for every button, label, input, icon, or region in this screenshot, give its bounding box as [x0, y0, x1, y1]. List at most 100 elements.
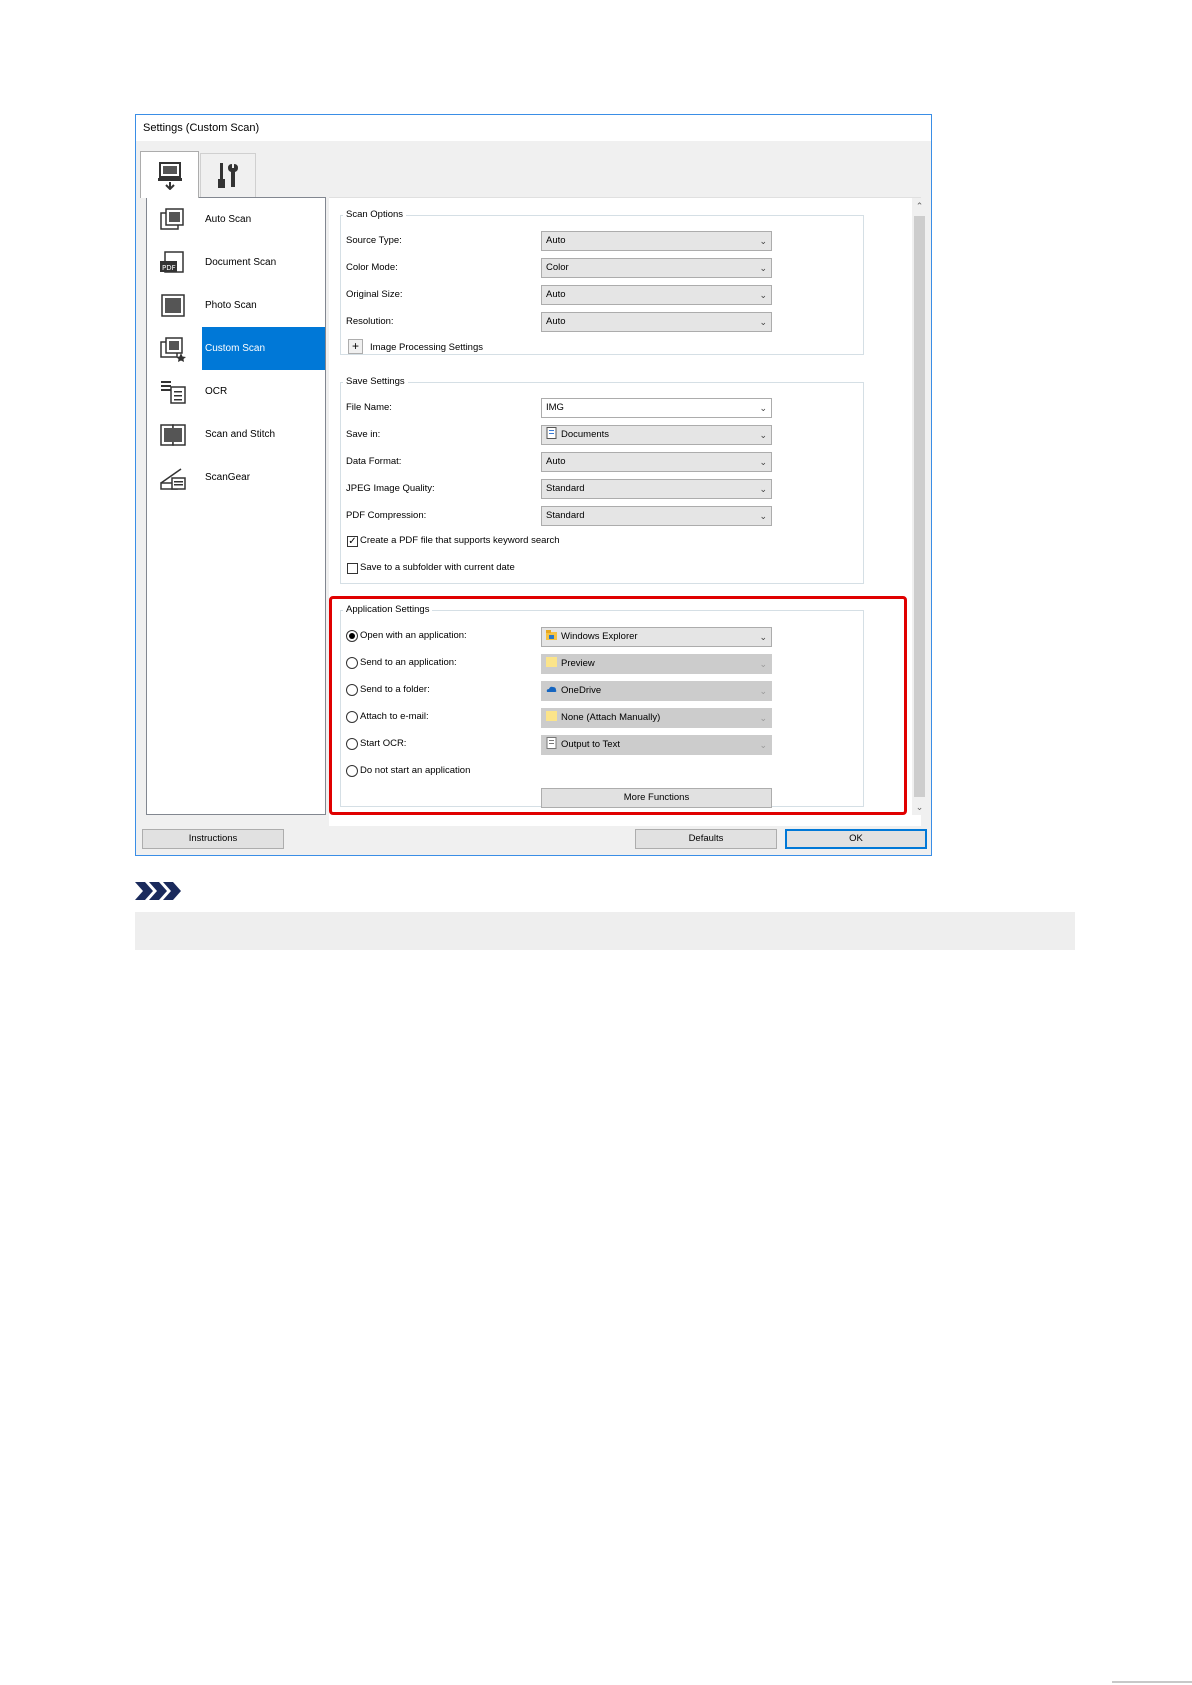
data-format-label: Data Format: [346, 456, 402, 467]
instructions-button[interactable]: Instructions [142, 829, 284, 849]
documents-folder-icon [546, 427, 557, 439]
chevron-down-icon: ⌄ [759, 236, 767, 246]
save-in-dropdown[interactable]: Documents ⌄ [541, 425, 772, 445]
no-app-radio[interactable] [346, 765, 358, 777]
send-to-app-value: Preview [561, 658, 595, 669]
source-type-label: Source Type: [346, 235, 402, 246]
jpeg-quality-dropdown[interactable]: Standard ⌄ [541, 479, 772, 499]
attach-email-value: None (Attach Manually) [561, 712, 661, 723]
note-box [135, 912, 1075, 950]
list-item-ocr[interactable]: OCR [147, 370, 325, 413]
window-title: Settings (Custom Scan) [136, 115, 931, 141]
list-item-label: Auto Scan [205, 214, 252, 225]
svg-text:PDF: PDF [162, 264, 176, 272]
open-with-app-dropdown[interactable]: Windows Explorer ⌄ [541, 627, 772, 647]
jpeg-quality-value: Standard [546, 483, 585, 494]
data-format-dropdown[interactable]: Auto ⌄ [541, 452, 772, 472]
jpeg-quality-label: JPEG Image Quality: [346, 483, 435, 494]
list-item-scan-and-stitch[interactable]: Scan and Stitch [147, 413, 325, 456]
color-mode-label: Color Mode: [346, 262, 398, 273]
document-scan-icon: PDF [160, 251, 184, 273]
file-name-combobox[interactable]: IMG ⌄ [541, 398, 772, 418]
folder-icon [546, 711, 557, 721]
defaults-button[interactable]: Defaults [635, 829, 777, 849]
list-item-document-scan[interactable]: PDF Document Scan [147, 241, 325, 284]
list-item-label: ScanGear [205, 472, 251, 483]
source-type-value: Auto [546, 235, 566, 246]
subfolder-date-checkbox[interactable] [347, 563, 358, 574]
scangear-icon [160, 468, 186, 490]
settings-scrollbar[interactable]: ⌃ ⌄ [912, 198, 927, 815]
file-name-value: IMG [546, 402, 564, 413]
general-settings-tab[interactable] [200, 153, 256, 197]
note-chevrons-icon [135, 882, 181, 900]
pdf-compression-value: Standard [546, 510, 585, 521]
save-in-value: Documents [561, 429, 610, 440]
expand-image-processing-button[interactable]: + [348, 339, 363, 354]
chevron-down-icon: ⌄ [759, 457, 767, 467]
save-settings-title: Save Settings [343, 376, 408, 388]
original-size-value: Auto [546, 289, 566, 300]
list-item-scangear[interactable]: ScanGear [147, 456, 325, 499]
start-ocr-radio[interactable] [346, 738, 358, 750]
list-item-label: Scan and Stitch [205, 429, 276, 440]
scan-and-stitch-icon [160, 424, 186, 446]
ok-button[interactable]: OK [785, 829, 927, 849]
chevron-down-icon: ⌄ [759, 263, 767, 273]
start-ocr-label: Start OCR: [360, 738, 407, 749]
scrollbar-thumb[interactable] [914, 216, 925, 797]
scroll-up-icon[interactable]: ⌃ [912, 198, 927, 214]
custom-scan-icon [160, 337, 186, 362]
send-to-app-radio[interactable] [346, 657, 358, 669]
send-to-folder-dropdown[interactable]: OneDrive ⌄ [541, 681, 772, 701]
chevron-down-icon: ⌄ [759, 713, 767, 723]
send-to-folder-radio[interactable] [346, 684, 358, 696]
open-with-app-radio[interactable] [346, 630, 358, 642]
ocr-icon [161, 381, 186, 404]
pdf-compression-dropdown[interactable]: Standard ⌄ [541, 506, 772, 526]
chevron-down-icon: ⌄ [759, 484, 767, 494]
open-with-app-label: Open with an application: [360, 630, 467, 641]
send-to-folder-label: Send to a folder: [360, 684, 430, 695]
subfolder-date-label: Save to a subfolder with current date [360, 562, 515, 573]
keyword-search-checkbox[interactable]: ✓ [347, 536, 358, 547]
scroll-down-icon[interactable]: ⌄ [912, 799, 927, 815]
chevron-down-icon: ⌄ [759, 317, 767, 327]
send-to-app-dropdown[interactable]: Preview ⌄ [541, 654, 772, 674]
resolution-value: Auto [546, 316, 566, 327]
list-item-label: Custom Scan [202, 327, 325, 370]
chevron-down-icon: ⌄ [759, 430, 767, 440]
open-with-app-value: Windows Explorer [561, 631, 638, 642]
color-mode-dropdown[interactable]: Color ⌄ [541, 258, 772, 278]
more-functions-button[interactable]: More Functions [541, 788, 772, 808]
computer-scan-icon [157, 162, 182, 190]
attach-email-label: Attach to e-mail: [360, 711, 429, 722]
tools-icon [218, 162, 238, 188]
chevron-down-icon: ⌄ [759, 511, 767, 521]
list-item-custom-scan[interactable]: Custom Scan [147, 327, 325, 370]
start-ocr-dropdown[interactable]: Output to Text ⌄ [541, 735, 772, 755]
text-output-icon [546, 737, 557, 749]
resolution-dropdown[interactable]: Auto ⌄ [541, 312, 772, 332]
list-item-photo-scan[interactable]: Photo Scan [147, 284, 325, 327]
photo-scan-icon [161, 294, 185, 317]
page-edge-mark [1112, 1681, 1192, 1683]
scan-from-computer-tab[interactable] [140, 151, 199, 198]
source-type-dropdown[interactable]: Auto ⌄ [541, 231, 772, 251]
original-size-dropdown[interactable]: Auto ⌄ [541, 285, 772, 305]
original-size-label: Original Size: [346, 289, 403, 300]
list-item-auto-scan[interactable]: Auto Scan [147, 198, 325, 241]
attach-email-radio[interactable] [346, 711, 358, 723]
list-item-label: OCR [205, 386, 228, 397]
resolution-label: Resolution: [346, 316, 394, 327]
chevron-down-icon: ⌄ [759, 290, 767, 300]
attach-email-dropdown[interactable]: None (Attach Manually) ⌄ [541, 708, 772, 728]
chevron-down-icon: ⌄ [759, 403, 767, 413]
settings-dialog: Settings (Custom Scan) Auto Scan PDF Doc… [135, 114, 932, 856]
send-to-folder-value: OneDrive [561, 685, 602, 696]
chevron-down-icon: ⌄ [759, 659, 767, 669]
chevron-down-icon: ⌄ [759, 686, 767, 696]
chevron-down-icon: ⌄ [759, 632, 767, 642]
application-settings-title: Application Settings [343, 604, 433, 616]
no-app-label: Do not start an application [360, 765, 471, 776]
